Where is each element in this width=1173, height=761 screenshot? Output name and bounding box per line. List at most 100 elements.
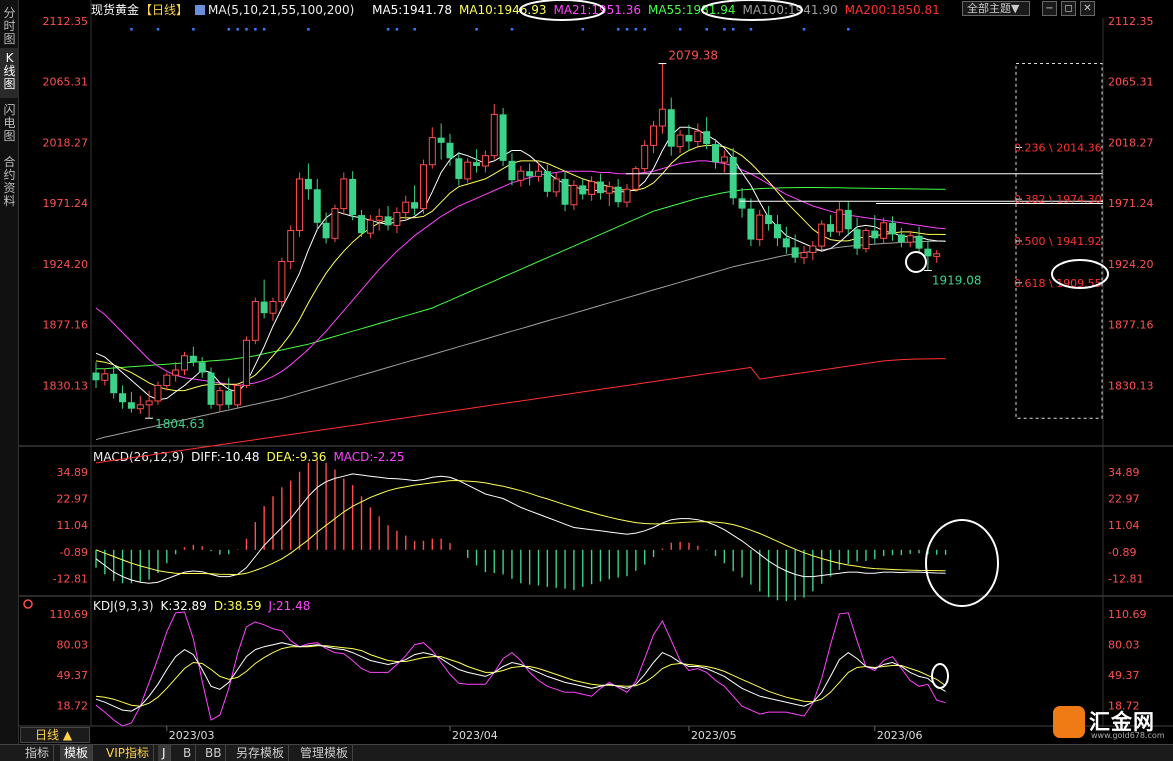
candle-46 <box>499 107 507 167</box>
candle-body <box>358 215 365 234</box>
kdj-tick-left-1: 49.37 <box>57 669 89 682</box>
kline-chart[interactable]: 1830.13 1830.13 1877.16 1877.16 1924.20 1924.… <box>0 0 1173 744</box>
period-selector[interactable]: 日线 ▲ <box>20 727 90 743</box>
macd-tick-right-1: -0.89 <box>1108 546 1136 559</box>
candle-62 <box>641 140 649 173</box>
candle-body <box>110 373 118 394</box>
candle-body <box>632 168 640 190</box>
tab-vip-indicators[interactable]: VIP指标 <box>102 745 154 761</box>
candle-body <box>765 215 773 225</box>
candle-body <box>915 235 923 249</box>
price-tick-right-3: 1971.24 <box>1108 197 1154 210</box>
candle-body <box>181 355 188 371</box>
candle-body <box>260 301 268 314</box>
signal-dot-5 <box>245 28 248 31</box>
candle-body <box>269 301 277 314</box>
candle-body <box>296 178 304 232</box>
candle-body <box>455 158 463 179</box>
candle-body <box>242 339 250 386</box>
candle-body <box>871 230 879 239</box>
price-tick-left-4: 2018.27 <box>43 136 89 149</box>
candle-body <box>570 184 578 206</box>
tab-bb[interactable]: BB <box>201 745 227 761</box>
candle-body <box>543 171 551 192</box>
tab-save-template[interactable]: 另存模板 <box>232 745 290 761</box>
candle-29 <box>349 171 357 221</box>
candle-body <box>172 369 180 376</box>
signal-dot-14 <box>581 28 585 31</box>
candle-42 <box>464 158 472 183</box>
signal-dot-17 <box>634 28 638 31</box>
candle-body <box>596 181 604 194</box>
candle-body <box>650 125 658 146</box>
candle-body <box>322 222 330 239</box>
candle-58 <box>605 181 613 207</box>
candle-49 <box>526 163 534 186</box>
candle-body <box>499 114 507 161</box>
candle-78 <box>782 226 790 254</box>
candle-90 <box>889 216 896 241</box>
candle-68 <box>694 123 702 148</box>
candle-body <box>720 156 728 163</box>
candle-body <box>411 202 419 209</box>
candle-body <box>756 214 764 241</box>
candle-body <box>384 216 392 226</box>
price-tick-left-5: 2065.31 <box>43 76 89 89</box>
candle-body <box>703 131 711 145</box>
candle-body <box>729 156 737 199</box>
candle-body <box>127 402 135 409</box>
candle-66 <box>676 129 684 154</box>
kdj-tick-right-2: 80.03 <box>1108 639 1140 652</box>
signal-dot-12 <box>475 28 478 31</box>
tab-b[interactable]: B <box>179 745 197 761</box>
candle-body <box>375 215 383 221</box>
logo-icon <box>1053 706 1085 738</box>
tab-indicators[interactable]: 指标 <box>21 745 55 761</box>
kdj-tick-right-1: 49.37 <box>1108 669 1140 682</box>
candle-body <box>791 247 799 258</box>
candle-body <box>924 248 932 257</box>
candle-11 <box>189 346 197 367</box>
candle-36 <box>411 185 419 216</box>
candle-41 <box>455 151 463 186</box>
macd-tick-left-2: 11.04 <box>57 519 89 532</box>
x-label-0: 2023/03 <box>169 729 215 742</box>
candle-89 <box>880 217 888 244</box>
candle-body <box>304 178 312 190</box>
candle-20 <box>269 297 277 321</box>
candle-body <box>897 234 905 243</box>
candle-59 <box>614 178 622 208</box>
candle-15 <box>225 377 233 409</box>
candle-body <box>419 164 427 210</box>
candle-body <box>428 137 436 166</box>
candle-14 <box>216 386 224 412</box>
candle-76 <box>765 206 773 231</box>
candle-7 <box>154 381 162 405</box>
candle-body <box>207 372 215 405</box>
tab-templates[interactable]: 模板 <box>60 745 94 761</box>
candle-body <box>889 222 896 235</box>
tab-j[interactable]: J <box>158 745 171 761</box>
candle-93 <box>915 226 923 253</box>
candle-26 <box>322 212 330 244</box>
trading-terminal: 分时图 K线图 闪电图 合约资料 现货黄金【日线】 MA(5,10,21,55,1… <box>0 0 1173 761</box>
candle-2 <box>110 366 118 399</box>
candle-body <box>198 362 206 373</box>
macd-tick-right-2: 11.04 <box>1108 519 1140 532</box>
x-label-1: 2023/04 <box>452 729 498 742</box>
candle-87 <box>862 227 870 253</box>
candle-25 <box>313 178 321 231</box>
highlight-ma100 <box>701 0 803 21</box>
candle-56 <box>588 176 596 201</box>
candle-80 <box>800 246 808 265</box>
tab-manage-template[interactable]: 管理模板 <box>296 745 354 761</box>
highlight-ma21 <box>519 0 605 21</box>
kdj-j-line <box>95 611 946 727</box>
candle-47 <box>508 153 516 186</box>
candle-67 <box>685 124 693 151</box>
signal-dot-20 <box>705 28 708 31</box>
candle-21 <box>278 257 286 309</box>
signal-dot-22 <box>732 28 735 31</box>
candle-body <box>331 208 339 239</box>
candle-9 <box>172 362 180 382</box>
